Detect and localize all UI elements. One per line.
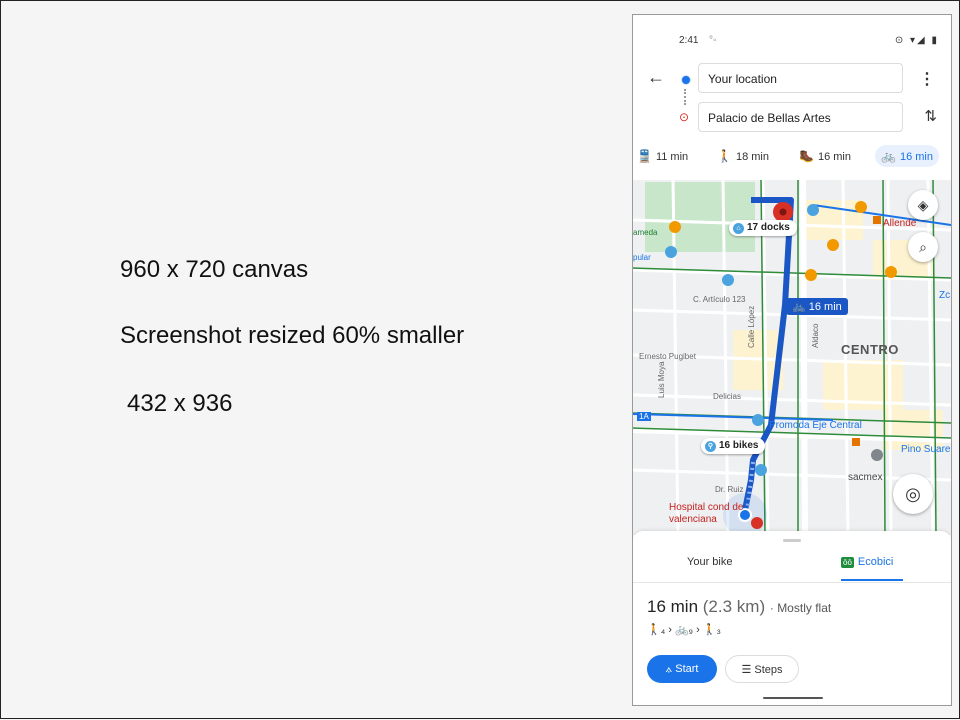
list-icon: ☰ [741,664,755,676]
status-time: 2:41 [679,35,699,46]
mode-bike[interactable]: 🚲 16 min [875,145,939,167]
trip-distance: (2.3 km) [702,597,766,616]
phone-screenshot: 2:41 °◦ ⊙ ▾◢ ▮ ← ⊙ Your location Palacio… [632,14,952,706]
map-label-calle-lopez: Calle López [747,305,756,348]
bikes-chip[interactable]: ⚲ 16 bikes [701,438,766,454]
search-icon[interactable]: ⌕ [908,232,938,262]
ecobici-icon: ōō [841,557,854,568]
more-options-icon[interactable]: ⋮ [919,69,935,89]
map-label-popular: pular [633,253,651,262]
mode-hike-label: 16 min [817,151,851,163]
walk-icon: 🚶 [717,149,732,163]
mode-transit-label: 11 min [655,151,689,163]
origin-dot-icon [681,75,691,85]
trip-steps-summary: 🚶₄ › 🚲₉ › 🚶₃ [647,624,721,636]
map-label-luis-moya: Luis Moya [657,361,666,398]
status-notification-icons: °◦ [709,35,717,46]
route-bike-icon: 🚲 [792,301,809,313]
back-arrow-icon[interactable]: ← [647,67,665,88]
map-label-hospital: Hospital cond de valenciana [669,502,744,525]
sheet-divider [633,582,951,583]
trip-duration: 16 min [647,597,699,616]
my-location-icon[interactable]: ◎ [893,474,933,514]
mode-walk[interactable]: 🚶 18 min [717,145,769,167]
slide-line-resized: Screenshot resized 60% smaller [120,322,465,349]
steps-button[interactable]: ☰ Steps [725,655,799,683]
route-duration-text: 16 min [808,301,842,313]
bike-icon: 🚲 [881,149,896,163]
steps-label: Steps [754,664,783,676]
start-button[interactable]: ⟑ Start [647,655,717,683]
map-label-sacmex: sacmex [848,472,883,483]
map-label-aldaco: Aldaco [811,323,820,348]
start-label: Start [675,663,699,675]
navigation-icon: ⟑ [665,663,676,675]
bike-station-icon: ⚲ [705,441,716,452]
slide-line-size: 432 x 936 [127,390,233,417]
map-label-ernesto: Ernesto Pugibet [639,352,696,361]
sheet-handle[interactable] [783,539,801,542]
docks-chip-label: 17 docks [747,222,790,233]
home-indicator [763,697,823,699]
route-connector [684,89,688,105]
tab-ecobici-label: Ecobici [857,556,894,568]
transit-icon: 🚆 [637,149,652,163]
mode-bike-label: 16 min [899,151,933,163]
district-label: CENTRO [841,342,899,357]
travel-modes: 🚆 11 min 🚶 18 min 🥾 16 min 🚲 16 min [633,143,951,173]
map-view[interactable]: ameda pular Allende C. Artículo 123 Call… [633,180,951,535]
mode-hike[interactable]: 🥾 16 min [799,145,851,167]
layers-icon[interactable]: ◈ [908,190,938,220]
mode-transit[interactable]: 🚆 11 min [637,145,688,167]
trip-summary: 16 min (2.3 km) · Mostly flat [647,597,832,616]
map-label-1a: 1A [637,412,651,421]
map-label-promoda: Promoda Eje Central [769,420,862,431]
route-duration-label[interactable]: 🚲 16 min [786,298,848,315]
map-label-pino-suarez: Pino Suare [901,444,951,455]
map-label-delicias: Delicias [713,392,742,401]
origin-field[interactable]: Your location [698,63,903,93]
map-label-allende: Allende [883,218,917,229]
destination-field[interactable]: Palacio de Bellas Artes [698,102,903,132]
trip-terrain: Mostly flat [777,601,832,615]
docks-chip[interactable]: ⌂ 17 docks [729,220,797,236]
tab-ecobici[interactable]: ōō Ecobici [841,556,893,568]
map-label-dr-ruiz: Dr. Ruiz [715,485,744,494]
slide-line-canvas: 960 x 720 canvas [120,256,309,283]
tab-your-bike[interactable]: Your bike [687,556,732,568]
dock-icon: ⌂ [733,223,744,234]
bikes-chip-label: 16 bikes [719,440,759,451]
destination-pin-icon: ⊙ [679,110,690,124]
map-label-alameda: ameda [633,228,658,237]
mode-walk-label: 18 min [735,151,769,163]
hike-icon: 🥾 [799,149,814,163]
swap-icon[interactable]: ⇅ [924,107,937,125]
status-system-icons: ⊙ ▾◢ ▮ [894,35,939,46]
map-label-zc: Zc [939,290,951,301]
directions-sheet: Your bike ōō Ecobici 16 min (2.3 km) · Mo… [633,531,951,705]
map-label-articulo: C. Artículo 123 [693,295,746,304]
tab-indicator [841,579,903,581]
